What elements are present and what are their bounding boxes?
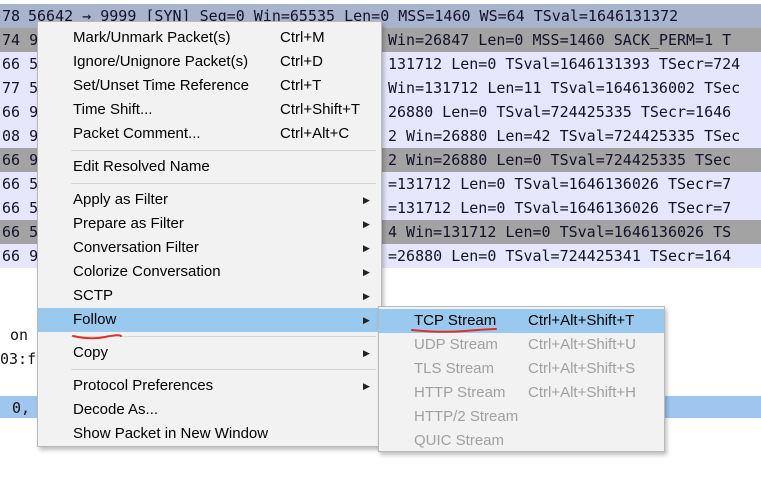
submenu-item-shortcut: Ctrl+Alt+Shift+H xyxy=(528,384,636,401)
menu-item-label: Edit Resolved Name xyxy=(73,158,210,175)
menu-item-label: Set/Unset Time Reference xyxy=(73,77,249,94)
submenu-arrow-icon: ▶ xyxy=(363,219,370,229)
packet-row-prefix: 66 5 xyxy=(2,175,39,193)
menu-item-label: Follow xyxy=(73,311,117,328)
menu-item-label: Decode As... xyxy=(73,401,159,418)
menu-item-label: Time Shift... xyxy=(73,101,153,118)
menu-item-label: Colorize Conversation xyxy=(73,263,221,280)
follow-underline-annotation xyxy=(72,334,122,340)
menu-item-label: Ignore/Unignore Packet(s) xyxy=(73,53,249,70)
menu-item-edit-resolved-name[interactable]: Edit Resolved Name xyxy=(38,155,381,179)
submenu-arrow-icon: ▶ xyxy=(363,291,370,301)
packet-row-info: =26880 Len=0 TSval=724425341 TSecr=164 xyxy=(388,247,732,265)
tcp-stream-underline-annotation xyxy=(411,328,497,333)
submenu-arrow-icon: ▶ xyxy=(363,381,370,391)
menu-item-decode-as[interactable]: Decode As... xyxy=(38,398,381,422)
menu-separator xyxy=(71,369,376,370)
menu-item-label: Apply as Filter xyxy=(73,191,169,208)
menu-separator xyxy=(71,150,376,151)
menu-item-label: SCTP xyxy=(73,287,114,304)
packet-row-prefix: 08 9 xyxy=(2,127,39,145)
menu-item-mark-unmark[interactable]: Mark/Unmark Packet(s) Ctrl+M xyxy=(38,26,381,50)
menu-item-label: Copy xyxy=(73,344,109,361)
menu-item-colorize-conversation[interactable]: Colorize Conversation ▶ xyxy=(38,260,381,284)
packet-row-prefix: 66 5 xyxy=(2,223,39,241)
submenu-item-shortcut: Ctrl+Alt+Shift+U xyxy=(528,336,636,353)
menu-item-copy[interactable]: Copy ▶ xyxy=(38,341,381,365)
menu-item-shortcut: Ctrl+T xyxy=(280,77,322,94)
context-menu: Mark/Unmark Packet(s) Ctrl+M Ignore/Unig… xyxy=(37,21,382,447)
menu-item-label: Prepare as Filter xyxy=(73,215,184,232)
menu-item-shortcut: Ctrl+D xyxy=(280,53,323,70)
submenu-arrow-icon: ▶ xyxy=(363,348,370,358)
menu-item-conversation-filter[interactable]: Conversation Filter ▶ xyxy=(38,236,381,260)
packet-row-info: 2 Win=26880 Len=0 TSval=724425335 TSec xyxy=(388,151,732,169)
submenu-item-label: QUIC Stream xyxy=(414,432,505,449)
submenu-arrow-icon: ▶ xyxy=(363,267,370,277)
menu-item-label: Protocol Preferences xyxy=(73,377,214,394)
submenu-item-label: UDP Stream xyxy=(414,336,498,353)
menu-item-sctp[interactable]: SCTP ▶ xyxy=(38,284,381,308)
menu-item-show-packet-new-window[interactable]: Show Packet in New Window xyxy=(38,422,381,446)
submenu-item-quic-stream[interactable]: QUIC Stream xyxy=(379,429,664,453)
menu-item-prepare-as-filter[interactable]: Prepare as Filter ▶ xyxy=(38,212,381,236)
detail-line: 03:f xyxy=(0,350,37,368)
packet-row-info: =131712 Len=0 TSval=1646136026 TSecr=7 xyxy=(388,199,732,217)
menu-item-ignore-unignore[interactable]: Ignore/Unignore Packet(s) Ctrl+D xyxy=(38,50,381,74)
submenu-item-udp-stream[interactable]: UDP Stream Ctrl+Alt+Shift+U xyxy=(379,333,664,357)
packet-row-info: 26880 Len=0 TSval=724425335 TSecr=1646 xyxy=(388,103,732,121)
packet-row-prefix: 77 5 xyxy=(2,79,39,97)
packet-row-prefix: 74 9 xyxy=(2,31,39,49)
submenu-item-shortcut: Ctrl+Alt+Shift+T xyxy=(528,312,635,329)
menu-item-label: Conversation Filter xyxy=(73,239,199,256)
menu-item-label: Packet Comment... xyxy=(73,125,201,142)
menu-item-time-reference[interactable]: Set/Unset Time Reference Ctrl+T xyxy=(38,74,381,98)
menu-item-label: Mark/Unmark Packet(s) xyxy=(73,29,231,46)
packet-row-prefix: 66 9 xyxy=(2,151,39,169)
packet-row-prefix: 66 9 xyxy=(2,247,39,265)
submenu-arrow-icon: ▶ xyxy=(363,315,370,325)
menu-item-shortcut: Ctrl+Alt+C xyxy=(280,125,350,142)
menu-item-shortcut: Ctrl+Shift+T xyxy=(280,101,361,118)
menu-item-time-shift[interactable]: Time Shift... Ctrl+Shift+T xyxy=(38,98,381,122)
packet-row-prefix: 66 5 xyxy=(2,199,39,217)
packet-row-prefix: 66 9 xyxy=(2,103,39,121)
menu-item-label: Show Packet in New Window xyxy=(73,425,269,442)
packet-row-prefix: 78 xyxy=(2,7,21,25)
menu-item-follow[interactable]: Follow ▶ xyxy=(38,308,381,332)
menu-item-protocol-preferences[interactable]: Protocol Preferences ▶ xyxy=(38,374,381,398)
submenu-item-http-stream[interactable]: HTTP Stream Ctrl+Alt+Shift+H xyxy=(379,381,664,405)
menu-separator xyxy=(71,183,376,184)
menu-item-shortcut: Ctrl+M xyxy=(280,29,325,46)
packet-row-info: 131712 Len=0 TSval=1646131393 TSecr=724 xyxy=(388,55,741,73)
submenu-arrow-icon: ▶ xyxy=(363,195,370,205)
submenu-item-label: HTTP/2 Stream xyxy=(414,408,519,425)
submenu-item-label: HTTP Stream xyxy=(414,384,506,401)
detail-line: on xyxy=(10,326,29,344)
packet-row-info: Win=26847 Len=0 MSS=1460 SACK_PERM=1 T xyxy=(388,31,732,49)
submenu-arrow-icon: ▶ xyxy=(363,243,370,253)
menu-item-apply-as-filter[interactable]: Apply as Filter ▶ xyxy=(38,188,381,212)
submenu-item-tls-stream[interactable]: TLS Stream Ctrl+Alt+Shift+S xyxy=(379,357,664,381)
submenu-item-shortcut: Ctrl+Alt+Shift+S xyxy=(528,360,636,377)
detail-line: 0, xyxy=(12,399,31,417)
packet-row-info: =131712 Len=0 TSval=1646136026 TSecr=7 xyxy=(388,175,732,193)
packet-row-info: 4 Win=131712 Len=0 TSval=1646136026 TS xyxy=(388,223,732,241)
packet-row-prefix: 66 5 xyxy=(2,55,39,73)
packet-row-info: 2 Win=26880 Len=42 TSval=724425335 TSec xyxy=(388,127,741,145)
packet-row-info: Win=131712 Len=11 TSval=1646136002 TSec xyxy=(388,79,741,97)
menu-item-packet-comment[interactable]: Packet Comment... Ctrl+Alt+C xyxy=(38,122,381,146)
submenu-item-http2-stream[interactable]: HTTP/2 Stream xyxy=(379,405,664,429)
submenu-item-label: TLS Stream xyxy=(414,360,495,377)
